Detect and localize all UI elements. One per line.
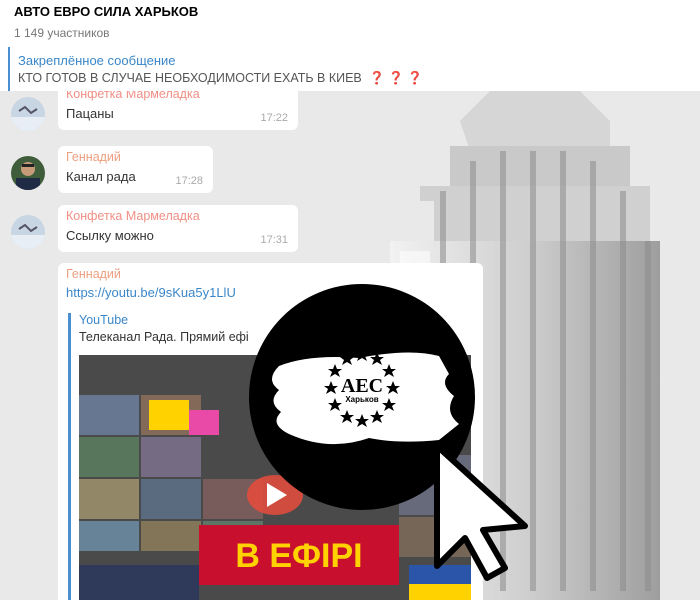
pinned-text: КТО ГОТОВ В СЛУЧАЕ НЕОБХОДИМОСТИ ЕХАТЬ В… xyxy=(18,71,692,86)
logo-text: AEC xyxy=(341,375,383,397)
message-text: Ссылку можно xyxy=(66,228,154,243)
chat-title[interactable]: АВТО ЕВРО СИЛА ХАРЬКОВ xyxy=(14,4,686,20)
timestamp: 17:31 xyxy=(260,234,288,246)
timestamp: 17:28 xyxy=(175,175,203,187)
logo-subtext: Харьков xyxy=(345,395,378,404)
avatar[interactable] xyxy=(11,156,45,190)
author-name[interactable]: Конфетка Мармеладка xyxy=(66,91,290,101)
pinned-text-body: КТО ГОТОВ В СЛУЧАЕ НЕОБХОДИМОСТИ ЕХАТЬ В… xyxy=(18,71,362,85)
author-name[interactable]: Геннадий xyxy=(66,150,205,164)
message-1: Конфетка Мармеладка Пацаны 17:22 xyxy=(0,91,300,136)
message-bubble[interactable]: Конфетка Мармеладка Пацаны 17:22 xyxy=(58,91,298,130)
member-count: 1 149 участников xyxy=(14,26,110,40)
question-marks: ❓ ❓ ❓ xyxy=(369,71,423,85)
message-bubble[interactable]: Конфетка Мармеладка Ссылку можно 17:31 xyxy=(58,205,298,252)
chat-header: АВТО ЕВРО СИЛА ХАРЬКОВ 1 149 участников xyxy=(0,0,700,46)
author-name[interactable]: Конфетка Мармеладка xyxy=(66,209,290,223)
pinned-label: Закреплённое сообщение xyxy=(18,53,176,68)
avatar[interactable] xyxy=(11,215,45,249)
pinned-message[interactable]: Закреплённое сообщение КТО ГОТОВ В СЛУЧА… xyxy=(8,47,700,91)
banner-text: В ЕФІРІ xyxy=(235,537,362,575)
message-2: Геннадий Канал рада 17:28 xyxy=(0,146,300,193)
message-text: Пацаны xyxy=(66,106,114,121)
author-name[interactable]: Геннадий xyxy=(66,267,475,281)
avatar[interactable] xyxy=(11,97,45,131)
message-bubble[interactable]: Геннадий Канал рада 17:28 xyxy=(58,146,213,193)
cursor-arrow-icon xyxy=(434,443,528,581)
timestamp: 17:22 xyxy=(260,112,288,124)
message-3: Конфетка Мармеладка Ссылку можно 17:31 xyxy=(0,205,300,252)
